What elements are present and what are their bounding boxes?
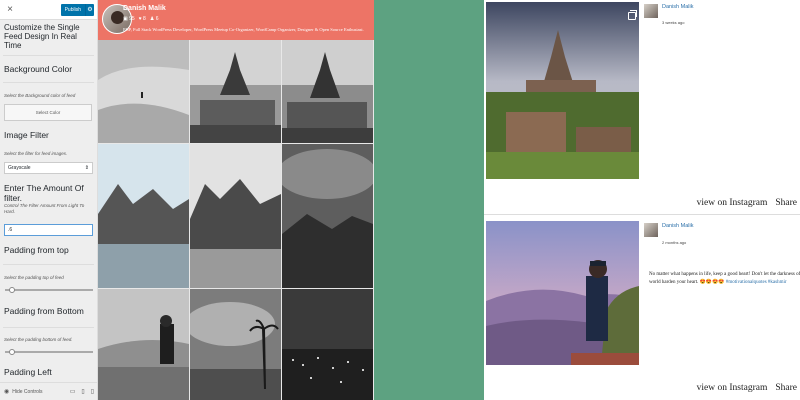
hide-controls-icon[interactable]: ◉ <box>4 388 9 395</box>
gear-icon[interactable]: ⚙ <box>85 3 94 16</box>
view-on-instagram-link[interactable]: view on Instagram <box>697 198 768 208</box>
background-color-desc: Select the Background color of feed <box>4 93 76 98</box>
share-button[interactable]: Share <box>775 198 797 208</box>
padding-bottom-desc: Select the padding bottom of feed. <box>4 337 73 342</box>
divider <box>3 55 94 56</box>
customizer-topbar: × Publish ⚙ <box>0 0 97 20</box>
feed-photo-cloudy-beach[interactable] <box>190 289 281 400</box>
mobile-preview-icon[interactable]: ▯ <box>91 388 94 395</box>
posts-count: ▣ 95 <box>123 16 135 22</box>
divider <box>3 264 94 265</box>
profile-bio: PHP, Full Stack WordPress Developer, Wor… <box>123 27 364 32</box>
profile-header: Danish Malik ▣ 95 ♥ 8 ♟ 6 PHP, Full Stac… <box>98 0 374 40</box>
view-on-instagram-link[interactable]: view on Instagram <box>697 383 768 393</box>
close-icon[interactable]: × <box>3 4 17 15</box>
post-divider <box>484 214 800 215</box>
feed-photo-temple[interactable] <box>190 40 281 143</box>
likes-count: ♥ 8 <box>138 16 146 22</box>
filter-amount-value: .6 <box>8 227 13 233</box>
slider-handle[interactable] <box>9 349 15 355</box>
post-actions: view on Instagram Share <box>697 198 797 208</box>
publish-button[interactable]: Publish <box>60 3 85 16</box>
feed-photo-temple-2[interactable] <box>282 40 373 143</box>
customizer-intro: Customize the Single Feed Design In Real… <box>4 23 80 50</box>
filter-amount-input[interactable]: .6 <box>4 224 93 236</box>
feed-photo-man-sitting[interactable] <box>98 289 189 400</box>
image-filter-select[interactable]: Grayscale ⇕ <box>4 162 93 174</box>
followers-count: ♟ 6 <box>149 16 159 22</box>
chevron-updown-icon: ⇕ <box>84 165 89 171</box>
padding-left-title: Padding Left <box>4 367 52 377</box>
customizer-footer: ◉ Hide Controls ▭ ▯ ▯ <box>0 382 97 400</box>
profile-stats: ▣ 95 ♥ 8 ♟ 6 <box>123 16 158 22</box>
post-hashtags[interactable]: #motivationalquotes #kashmir <box>726 280 787 285</box>
slider-handle[interactable] <box>9 287 15 293</box>
post-username[interactable]: Danish Malik <box>662 223 693 229</box>
image-filter-desc: Select the filter for feed images. <box>4 151 68 156</box>
share-button[interactable]: Share <box>775 383 797 393</box>
select-color-button[interactable]: Select Color <box>4 104 92 121</box>
padding-bottom-title: Padding from Bottom <box>4 306 84 316</box>
post-caption: No matter what happens in life, keep a g… <box>649 271 800 287</box>
post-actions: view on Instagram Share <box>697 383 797 393</box>
padding-top-desc: Select the padding top of feed <box>4 275 64 280</box>
tablet-preview-icon[interactable]: ▯ <box>81 388 84 395</box>
feed-photo-mountain-sky[interactable] <box>282 144 373 288</box>
filter-amount-desc: Control The Filter Amount From Light To … <box>4 203 85 214</box>
post-username[interactable]: Danish Malik <box>662 4 693 10</box>
post-time: 2 months ago <box>662 240 687 245</box>
post-time: 3 weeks ago <box>662 20 685 25</box>
image-filter-selected: Grayscale <box>8 165 31 171</box>
avatar[interactable] <box>644 4 658 18</box>
background-color-title: Background Color <box>4 64 73 74</box>
post-image-man-sitting[interactable] <box>486 221 639 365</box>
avatar[interactable] <box>644 223 658 237</box>
desktop-preview-icon[interactable]: ▭ <box>70 388 76 395</box>
feed-photo-city-night[interactable] <box>282 289 373 400</box>
feed-photo-desert[interactable] <box>98 40 189 143</box>
feed-photo-lake[interactable] <box>98 144 189 288</box>
divider <box>3 82 94 83</box>
filter-amount-title: Enter The Amount Of filter. <box>4 183 84 203</box>
customizer-panel: × Publish ⚙ Customize the Single Feed De… <box>0 0 98 400</box>
gallery-icon <box>628 10 637 20</box>
feed-photo-lake-2[interactable] <box>190 144 281 288</box>
hide-controls-button[interactable]: Hide Controls <box>12 389 42 395</box>
padding-top-title: Padding from top <box>4 245 69 255</box>
background-gap <box>374 0 484 400</box>
instagram-feed: Danish Malik 3 weeks ago view on Instagr… <box>484 0 800 400</box>
profile-name[interactable]: Danish Malik <box>123 5 166 12</box>
feed-preview: Danish Malik ▣ 95 ♥ 8 ♟ 6 PHP, Full Stac… <box>98 0 374 400</box>
padding-bottom-slider[interactable] <box>5 349 93 355</box>
post-image-temple[interactable] <box>486 2 639 179</box>
image-filter-title: Image Filter <box>4 130 49 140</box>
divider <box>3 327 94 328</box>
padding-top-slider[interactable] <box>5 287 93 293</box>
